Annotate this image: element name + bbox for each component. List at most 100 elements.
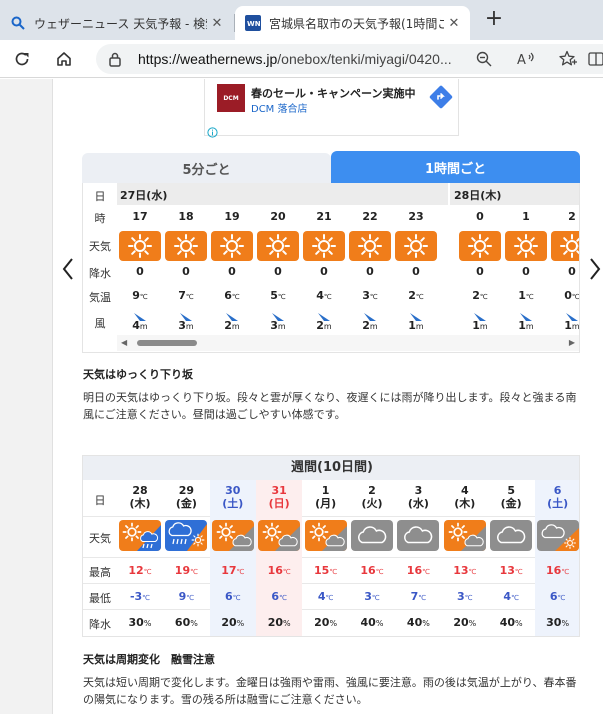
tab-1hour[interactable]: 1時間ごと	[331, 151, 580, 183]
weekly-comment-title: 天気は周期変化 融雪注意	[83, 653, 215, 666]
sun-cloud-icon	[211, 520, 254, 551]
high-number: 15	[314, 564, 330, 577]
wind-number: 1	[472, 319, 480, 332]
temp-value: 1℃	[503, 289, 549, 302]
precip-value: 0	[228, 265, 236, 278]
sun-icon	[551, 231, 579, 261]
close-icon[interactable]: ✕	[444, 16, 464, 31]
scroll-right-icon[interactable]: ▶	[569, 338, 575, 347]
temp-unit: ℃	[231, 293, 240, 301]
wind-speed: 2m	[209, 319, 255, 332]
high-number: 17	[221, 564, 237, 577]
wind-number: 1	[408, 319, 416, 332]
wind-speed: 1m	[549, 319, 579, 332]
day-column: 31 (日) 16℃ 6℃ 20%	[256, 480, 303, 636]
precip-number: 30	[128, 616, 144, 629]
hour-label: 19	[224, 210, 240, 223]
date-label: 29 (金)	[163, 484, 209, 510]
read-aloud-icon[interactable]: A	[516, 49, 536, 69]
wind-number: 3	[270, 319, 278, 332]
sun-icon	[459, 231, 501, 261]
ad-banner[interactable]: DCM 春のセール・キャンペーン実施中 DCM 落合店	[204, 79, 459, 138]
zoom-icon[interactable]	[474, 49, 494, 69]
percent-unit: %	[190, 619, 198, 628]
chevron-right-icon[interactable]	[587, 256, 603, 282]
chevron-left-icon[interactable]	[60, 256, 76, 282]
precip-value: 0	[182, 265, 190, 278]
temp-unit: ℃	[185, 293, 194, 301]
tab-weathernews[interactable]: WN 宮城県名取市の天気予報(1時間ごと ✕	[235, 6, 470, 40]
forecast-interval-tabs: 5分ごと 1時間ごと	[82, 151, 580, 183]
wind-direction-icon	[363, 307, 377, 321]
reload-icon[interactable]	[10, 47, 34, 71]
ad-subtitle: DCM 落合店	[251, 104, 308, 115]
rain-sun-icon	[165, 520, 208, 551]
high-number: 16	[406, 564, 423, 577]
low-number: 6	[225, 590, 233, 603]
precip-value: 0	[274, 265, 282, 278]
low-temp: 6℃	[535, 590, 579, 603]
hour-column: 23 0 2℃ 1m	[393, 183, 439, 333]
lock-icon[interactable]	[108, 51, 122, 71]
scroll-left-icon[interactable]: ◀	[121, 338, 127, 347]
row-label-precip: 降水	[89, 267, 111, 280]
new-tab-plus-icon[interactable]: +	[482, 8, 506, 32]
hour-label: 0	[476, 210, 484, 223]
wind-direction-icon	[317, 307, 331, 321]
wind-speed: 2m	[347, 319, 393, 332]
hour-column: 0 0 2℃ 1m	[457, 183, 503, 333]
low-temp: 4℃	[303, 590, 349, 603]
high-number: 16	[360, 564, 376, 577]
favorites-star-icon[interactable]	[558, 49, 578, 69]
close-icon[interactable]: ✕	[207, 16, 227, 31]
weekly-comment-body: 天気は短い周期で変化します。金曜日は強雨や雷雨、強風に要注意。雨の後は気温が上が…	[83, 676, 577, 706]
scrollbar-thumb[interactable]	[137, 340, 197, 346]
url-host: https://weathernews.jp	[138, 51, 278, 67]
high-temp: 15℃	[303, 564, 349, 577]
tab-5min[interactable]: 5分ごと	[82, 153, 331, 183]
temp-unit: ℃	[143, 568, 152, 576]
cloud-icon	[397, 520, 440, 551]
temp-value: 4℃	[301, 289, 347, 302]
hour-label: 23	[408, 210, 424, 223]
wind-unit: m	[323, 322, 332, 331]
search-icon	[10, 15, 26, 31]
hour-label: 22	[362, 210, 378, 223]
low-number: 3	[457, 590, 465, 603]
hourly-forecast-table: 日 時 天気 降水 気温 風 ◀ ▶ 27日(水) 28日(木) 17 0 9℃ 4m 18…	[82, 183, 580, 353]
precip-chance: 30%	[535, 616, 579, 629]
split-screen-icon[interactable]	[586, 49, 603, 69]
high-temp: 16℃	[256, 564, 302, 577]
temp-unit: ℃	[375, 568, 384, 576]
row-label-hour: 時	[94, 212, 106, 225]
tab-search[interactable]: ウェザーニュース 天気予報 - 検索 ✕	[0, 6, 233, 40]
day-column: 30 (土) 17℃ 6℃ 20%	[209, 480, 256, 636]
day-of-week: (月)	[315, 497, 337, 510]
temp-unit: ℃	[561, 568, 570, 576]
precip-number: 20	[314, 616, 330, 629]
url-text[interactable]: https://weathernews.jp/onebox/tenki/miya…	[138, 51, 452, 67]
sun-cloud-icon	[258, 520, 301, 551]
directions-icon[interactable]	[429, 85, 453, 109]
date-number: 1	[321, 484, 330, 497]
high-temp: 16℃	[395, 564, 441, 577]
high-temp: 13℃	[488, 564, 534, 577]
high-number: 16	[267, 564, 283, 577]
low-number: 3	[364, 590, 372, 603]
horizontal-scrollbar[interactable]: ◀ ▶	[117, 335, 579, 351]
row-label-temp: 気温	[89, 291, 111, 304]
precip-chance: 30%	[117, 616, 163, 629]
wind-speed: 1m	[457, 319, 503, 332]
low-number: -3	[129, 590, 143, 603]
precip-value: 0	[522, 265, 530, 278]
ad-title: 春のセール・キャンペーン実施中	[251, 87, 416, 100]
temp-unit: ℃	[277, 293, 286, 301]
day-column: 4 (木) 13℃ 3℃ 20%	[442, 480, 488, 636]
temp-number: 9	[132, 289, 140, 302]
ad-info-icon[interactable]	[207, 123, 218, 138]
percent-unit: %	[236, 619, 245, 628]
date-label: 3 (水)	[395, 484, 441, 510]
address-bar[interactable]: https://weathernews.jp/onebox/tenki/miya…	[96, 44, 603, 74]
home-icon[interactable]	[52, 47, 76, 71]
temp-unit: ℃	[232, 594, 241, 602]
